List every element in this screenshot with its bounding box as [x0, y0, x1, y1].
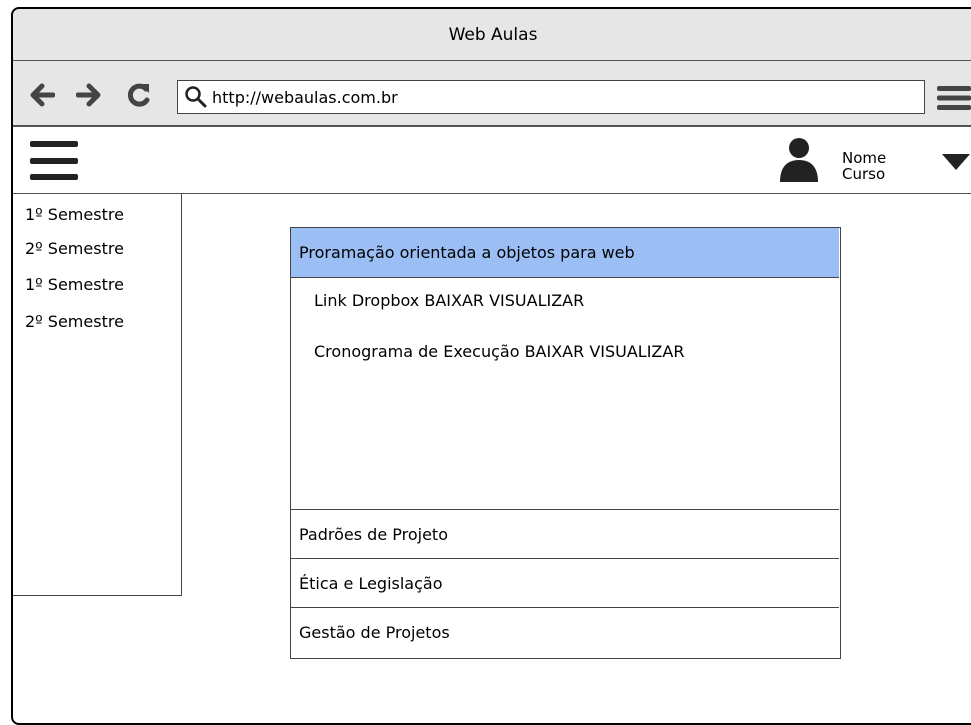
hamburger-icon: [30, 141, 78, 180]
window-title: Web Aulas: [448, 24, 538, 45]
accordion-header-design-patterns[interactable]: Padrões de Projeto: [291, 510, 839, 559]
arrow-right-icon: [76, 83, 101, 107]
reload-icon: [127, 83, 150, 107]
accordion-title: Ética e Legislação: [299, 573, 443, 593]
accordion-body: Link Dropbox BAIXAR VISUALIZAR Cronogram…: [291, 278, 839, 510]
user-course: Curso: [842, 165, 886, 183]
sidebar-item-semester-1[interactable]: 1º Semestre: [25, 205, 124, 224]
accordion-header-active[interactable]: Proramação orientada a objetos para web: [291, 228, 839, 278]
dropbox-link-row[interactable]: Link Dropbox BAIXAR VISUALIZAR: [314, 291, 584, 310]
browser-menu-button[interactable]: [935, 81, 971, 115]
accordion-title: Gestão de Projetos: [299, 623, 450, 642]
app-menu-button[interactable]: [30, 140, 78, 182]
schedule-link-row[interactable]: Cronograma de Execução BAIXAR VISUALIZAR: [314, 342, 684, 361]
sidebar-item-semester-1b[interactable]: 1º Semestre: [25, 275, 124, 294]
hamburger-icon: [937, 86, 971, 110]
user-info: Nome Curso: [842, 150, 886, 182]
window-title-bar: Web Aulas: [13, 9, 971, 61]
accordion-header-project-management[interactable]: Gestão de Projetos: [291, 608, 839, 657]
user-icon: [780, 138, 818, 182]
user-dropdown-button[interactable]: [941, 153, 971, 175]
caret-down-icon: [942, 154, 970, 170]
sidebar: 1º Semestre 2º Semestre 1º Semestre 2º S…: [13, 194, 182, 596]
sidebar-item-semester-2[interactable]: 2º Semestre: [25, 239, 124, 258]
app-header: [13, 127, 971, 194]
reload-button[interactable]: [124, 80, 154, 110]
forward-button[interactable]: [75, 80, 105, 110]
url-input[interactable]: [208, 87, 896, 107]
arrow-left-icon: [30, 83, 55, 107]
address-bar[interactable]: [177, 80, 925, 114]
back-button[interactable]: [26, 80, 56, 110]
avatar[interactable]: [779, 137, 819, 183]
accordion-title: Proramação orientada a objetos para web: [299, 243, 635, 262]
user-name: Nome: [842, 149, 887, 167]
accordion-header-ethics[interactable]: Ética e Legislação: [291, 559, 839, 608]
sidebar-item-semester-2b[interactable]: 2º Semestre: [25, 312, 124, 331]
magnifier-icon: [184, 85, 208, 109]
course-accordion: Proramação orientada a objetos para web …: [290, 227, 841, 659]
accordion-title: Padrões de Projeto: [299, 524, 448, 544]
